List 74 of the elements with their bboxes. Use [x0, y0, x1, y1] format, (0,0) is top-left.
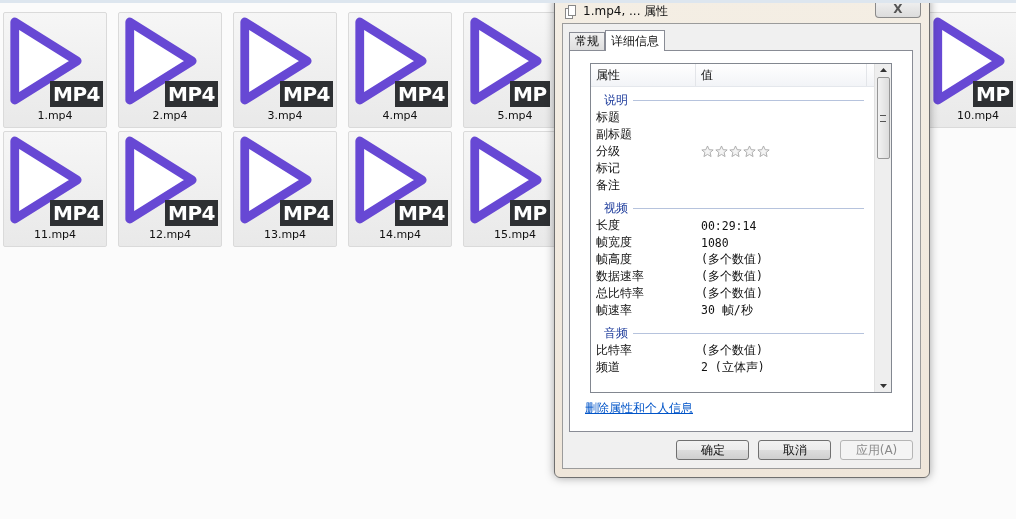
star-rating[interactable] — [701, 145, 770, 158]
file-name: 11.mp4 — [33, 228, 77, 242]
star-icon — [715, 145, 728, 158]
property-value: (多个数值) — [701, 269, 763, 284]
property-name: 副标题 — [596, 126, 633, 143]
scroll-thumb[interactable] — [876, 77, 890, 159]
property-value: (多个数值) — [701, 286, 763, 301]
file-name: 3.mp4 — [267, 109, 303, 123]
video-file-tile[interactable]: MP4 1.mp4 — [3, 12, 107, 128]
file-type-label: MP4 — [395, 200, 448, 226]
file-type-label: MP4 — [50, 200, 103, 226]
file-type-label: MP4 — [165, 200, 218, 226]
property-name: 分级 — [596, 143, 621, 160]
property-name: 帧高度 — [596, 251, 633, 268]
file-name: 4.mp4 — [382, 109, 418, 123]
property-value: 1080 — [701, 235, 729, 250]
property-name: 长度 — [596, 217, 621, 234]
property-value: 30 帧/秒 — [701, 303, 753, 318]
property-name: 帧宽度 — [596, 234, 633, 251]
video-file-tile[interactable]: MP4 4.mp4 — [348, 12, 452, 128]
window-title: 1.mp4, ... 属性 — [583, 3, 669, 20]
file-type-label: MP — [510, 81, 550, 107]
video-file-tile[interactable]: MP4 12.mp4 — [118, 131, 222, 247]
file-name: 14.mp4 — [378, 228, 422, 242]
property-value: 2 (立体声) — [701, 360, 765, 375]
dialog-button[interactable]: 取消 — [758, 440, 831, 460]
video-file-tile[interactable]: MP4 2.mp4 — [118, 12, 222, 128]
file-type-label: MP4 — [280, 81, 333, 107]
property-name: 数据速率 — [596, 268, 645, 285]
scroll-down-icon — [879, 384, 887, 388]
video-file-tile[interactable]: MP4 13.mp4 — [233, 131, 337, 247]
file-type-label: MP — [510, 200, 550, 226]
section-title: 说明 — [604, 91, 628, 109]
property-value: 00:29:14 — [701, 218, 757, 233]
file-type-label: MP4 — [280, 200, 333, 226]
remove-properties-link[interactable]: 删除属性和个人信息 — [585, 400, 693, 417]
file-name: 1.mp4 — [37, 109, 73, 123]
video-file-tile[interactable]: MP4 11.mp4 — [3, 131, 107, 247]
property-name: 比特率 — [596, 342, 633, 359]
column-header[interactable]: 属性 — [591, 64, 696, 86]
section-title: 视频 — [604, 199, 628, 217]
property-name: 频道 — [596, 359, 621, 376]
scrollbar[interactable] — [874, 64, 891, 392]
property-name: 标题 — [596, 109, 621, 126]
file-type-label: MP — [973, 81, 1013, 107]
file-name: 12.mp4 — [148, 228, 192, 242]
star-icon — [743, 145, 756, 158]
document-icon — [565, 4, 577, 19]
tab[interactable]: 详细信息 — [605, 30, 665, 51]
video-file-tile[interactable]: MP4 3.mp4 — [233, 12, 337, 128]
file-name: 5.mp4 — [497, 109, 533, 123]
star-icon — [757, 145, 770, 158]
video-file-tile[interactable]: MP4 14.mp4 — [348, 131, 452, 247]
close-button[interactable]: X — [875, 3, 921, 18]
file-name: 10.mp4 — [956, 109, 1000, 123]
property-name: 标记 — [596, 160, 621, 177]
file-type-label: MP4 — [395, 81, 448, 107]
dialog-button[interactable]: 确定 — [676, 440, 749, 460]
property-name: 总比特率 — [596, 285, 645, 302]
property-name: 备注 — [596, 177, 621, 194]
file-name: 13.mp4 — [263, 228, 307, 242]
column-header[interactable]: 值 — [696, 64, 867, 86]
file-name: 15.mp4 — [493, 228, 537, 242]
property-value: (多个数值) — [701, 343, 763, 358]
file-name: 2.mp4 — [152, 109, 188, 123]
star-icon — [701, 145, 714, 158]
file-type-label: MP4 — [165, 81, 218, 107]
tab[interactable]: 常规 — [569, 32, 605, 50]
scroll-up-icon — [879, 68, 887, 72]
section-title: 音频 — [604, 324, 628, 342]
property-value: (多个数值) — [701, 252, 763, 267]
property-name: 帧速率 — [596, 302, 633, 319]
star-icon — [729, 145, 742, 158]
file-type-label: MP4 — [50, 81, 103, 107]
